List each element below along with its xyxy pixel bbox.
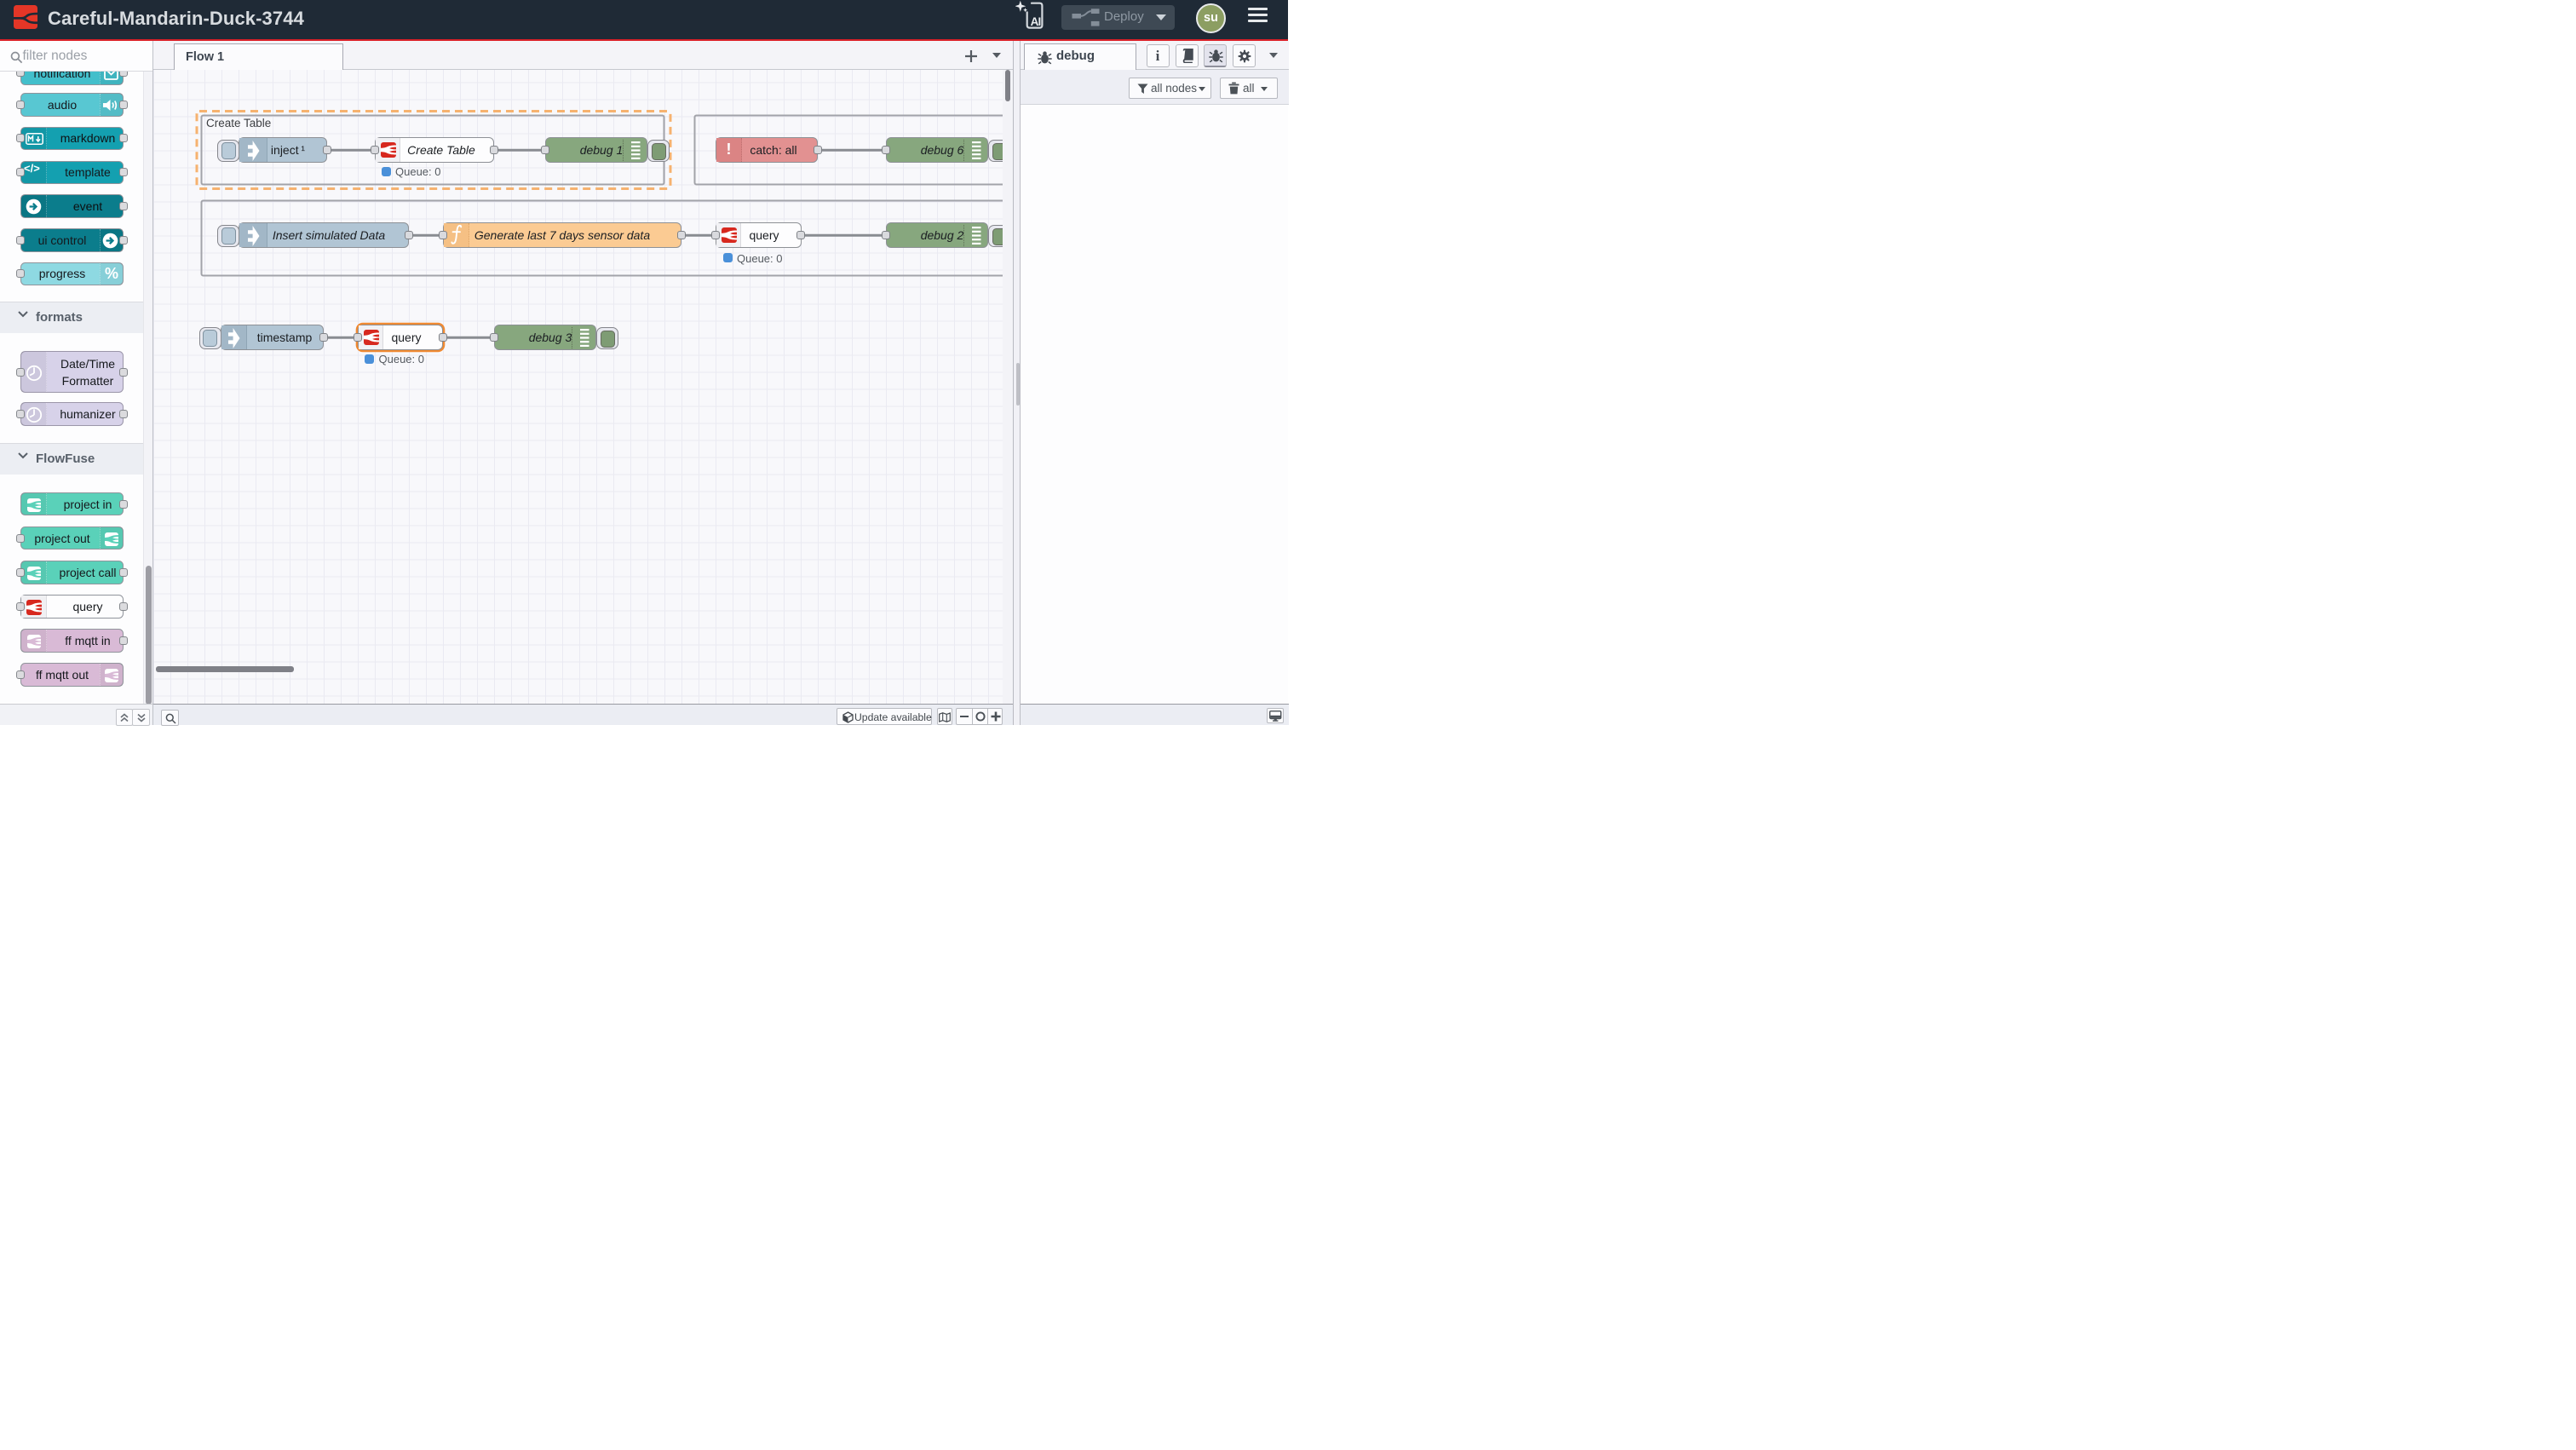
svg-text:AI: AI bbox=[1031, 15, 1041, 28]
